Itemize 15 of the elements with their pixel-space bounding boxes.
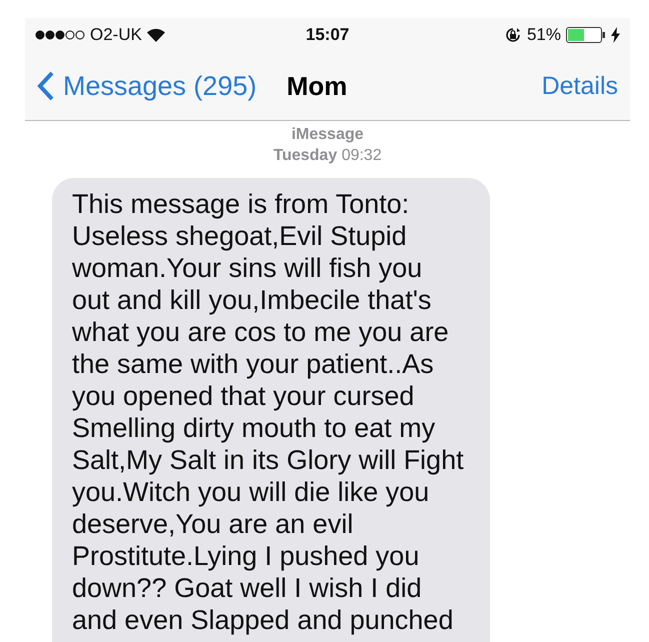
message-text: This message is from Tonto: Useless shegoat,Evil Stupid woman.Your sins will fish you out and kill you,Imbecile that's what you are cos to me you are the same with your patient..As you opened that your cursed Smelling dirty mouth to eat my Salt,My Salt in its Glory will Fight you.Witch you will die like you deserve,You are an evil Prostitute.Lying I pushed you down?? Goat well I wish I did and even Slapped and punched bbox=[72, 188, 465, 636]
carrier-name: O2-UK bbox=[90, 25, 142, 45]
wifi-icon bbox=[146, 28, 165, 42]
charging-icon bbox=[611, 27, 620, 43]
signal-icon bbox=[35, 30, 85, 40]
battery-percentage: 51% bbox=[526, 25, 561, 45]
conversation-title: Mom bbox=[286, 70, 348, 102]
back-button[interactable]: Messages (295) bbox=[37, 70, 257, 102]
service-label: iMessage bbox=[291, 125, 364, 145]
clock-time: 15:07 bbox=[306, 25, 350, 45]
rotation-lock-icon bbox=[504, 26, 522, 44]
details-link[interactable]: Details bbox=[542, 72, 618, 100]
back-chevron-icon bbox=[37, 70, 55, 102]
message-timestamp: Tuesday 09:32 bbox=[273, 146, 382, 166]
battery-icon bbox=[566, 27, 606, 43]
